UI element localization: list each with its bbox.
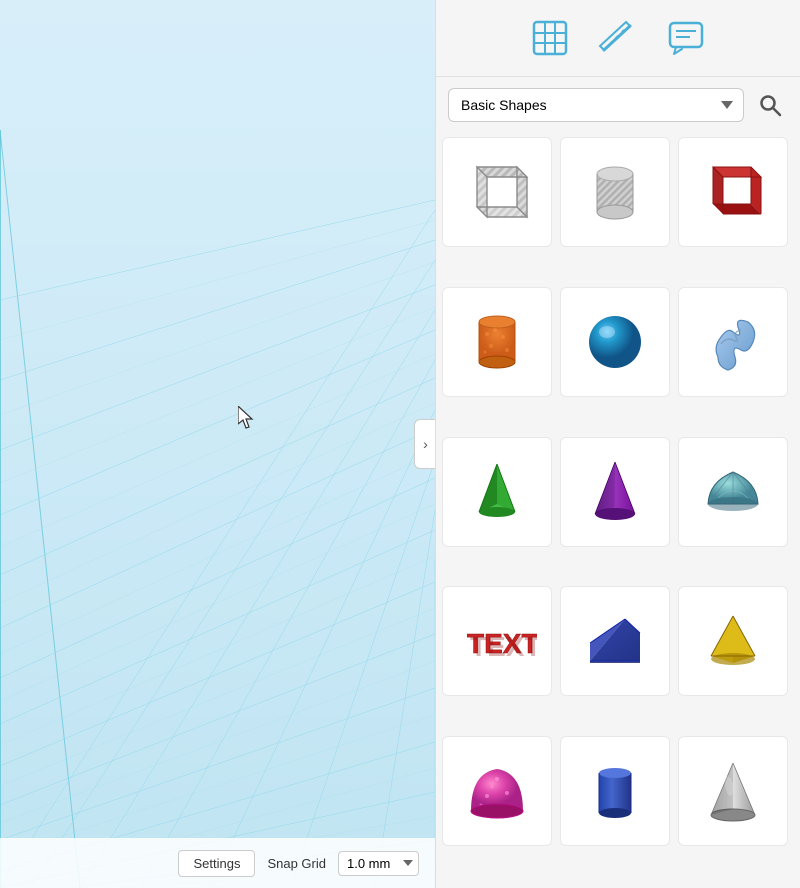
- shape-teal-dome[interactable]: [678, 437, 788, 547]
- top-toolbar: [436, 0, 800, 77]
- shape-text-3d[interactable]: TEXT TEXT: [442, 586, 552, 696]
- shape-orange-cylinder[interactable]: [442, 287, 552, 397]
- bottom-bar: Settings Snap Grid 0.1 mm 0.5 mm 1.0 mm …: [0, 838, 435, 888]
- collapse-panel-button[interactable]: ›: [414, 419, 435, 469]
- snap-grid-select[interactable]: 0.1 mm 0.5 mm 1.0 mm 2.0 mm 5.0 mm 10.0 …: [338, 851, 419, 876]
- right-panel: Basic Shapes Letters Math Text Featured: [435, 0, 800, 888]
- svg-text:TEXT: TEXT: [470, 631, 537, 662]
- settings-button[interactable]: Settings: [178, 850, 255, 877]
- measure-icon[interactable]: [592, 12, 644, 64]
- search-button[interactable]: [752, 87, 788, 123]
- shape-blue-sphere[interactable]: [560, 287, 670, 397]
- shape-gray-cone[interactable]: [678, 736, 788, 846]
- snap-grid-label: Snap Grid: [267, 856, 326, 871]
- shape-gray-cylinder[interactable]: [560, 137, 670, 247]
- shape-navy-wedge[interactable]: [560, 586, 670, 696]
- shape-purple-cone[interactable]: [560, 437, 670, 547]
- category-select[interactable]: Basic Shapes Letters Math Text Featured: [448, 88, 744, 122]
- shape-blue-column[interactable]: [560, 736, 670, 846]
- shape-pink-dome[interactable]: [442, 736, 552, 846]
- search-bar: Basic Shapes Letters Math Text Featured: [436, 77, 800, 133]
- shape-green-pyramid[interactable]: [442, 437, 552, 547]
- 3d-viewport[interactable]: Settings Snap Grid 0.1 mm 0.5 mm 1.0 mm …: [0, 0, 435, 888]
- grid-view-icon[interactable]: [524, 12, 576, 64]
- notes-icon[interactable]: [660, 12, 712, 64]
- shape-yellow-pyramid[interactable]: [678, 586, 788, 696]
- shape-3d-swirl[interactable]: [678, 287, 788, 397]
- shape-gray-box[interactable]: [442, 137, 552, 247]
- shapes-grid: TEXT TEXT: [436, 133, 800, 888]
- grid-svg: [0, 0, 435, 888]
- shape-red-box[interactable]: [678, 137, 788, 247]
